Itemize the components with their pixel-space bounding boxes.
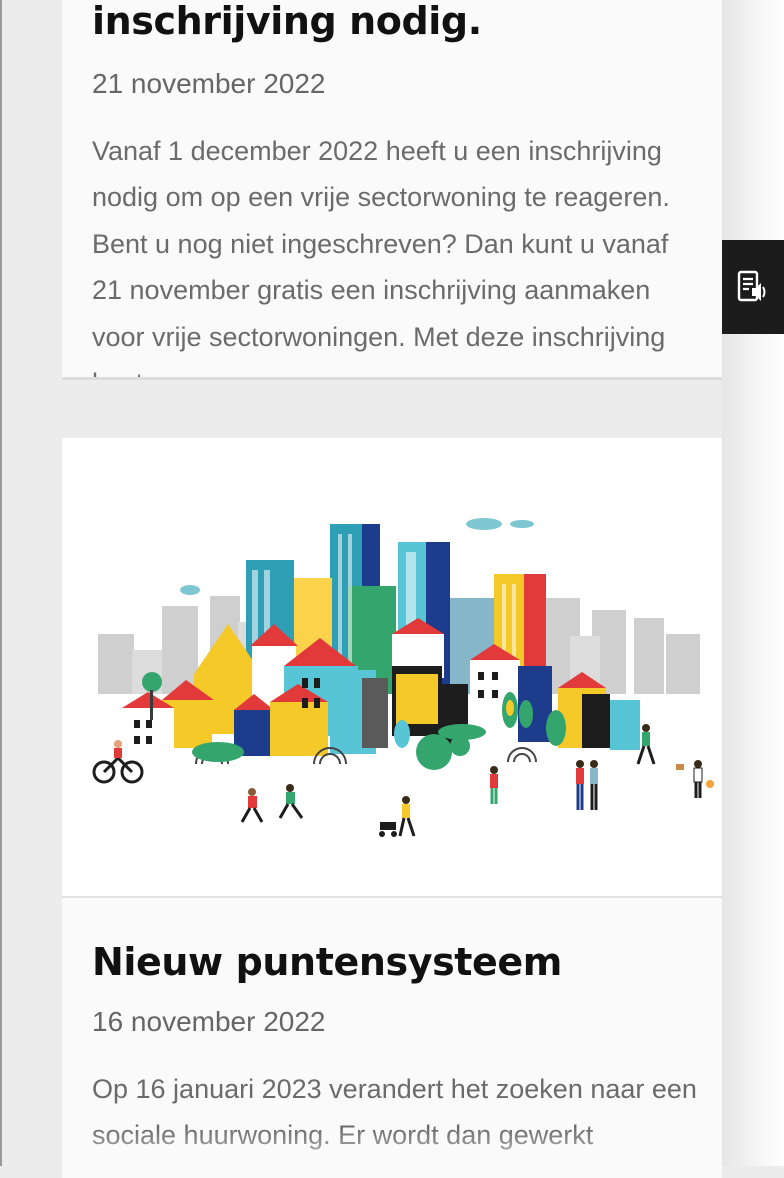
speaker-icon xyxy=(737,270,766,302)
scroll-gutter xyxy=(722,0,784,1166)
news-card[interactable]: inschrijving nodig. 21 november 2022 Van… xyxy=(62,0,722,380)
article-date: 21 november 2022 xyxy=(92,68,326,99)
city-illustration-icon xyxy=(92,518,714,837)
article-title[interactable]: Nieuw puntensysteem xyxy=(92,934,562,990)
news-card[interactable]: Nieuw puntensysteem 16 november 2022 Op … xyxy=(62,438,722,1178)
article-title[interactable]: inschrijving nodig. xyxy=(92,0,482,50)
read-aloud-button[interactable] xyxy=(722,240,784,334)
text-fade xyxy=(62,1128,722,1178)
article-image[interactable] xyxy=(62,438,722,898)
page-edge xyxy=(0,0,2,1166)
article-date: 16 november 2022 xyxy=(92,1006,326,1037)
article-excerpt: Vanaf 1 december 2022 heeft u een inschr… xyxy=(92,136,670,377)
